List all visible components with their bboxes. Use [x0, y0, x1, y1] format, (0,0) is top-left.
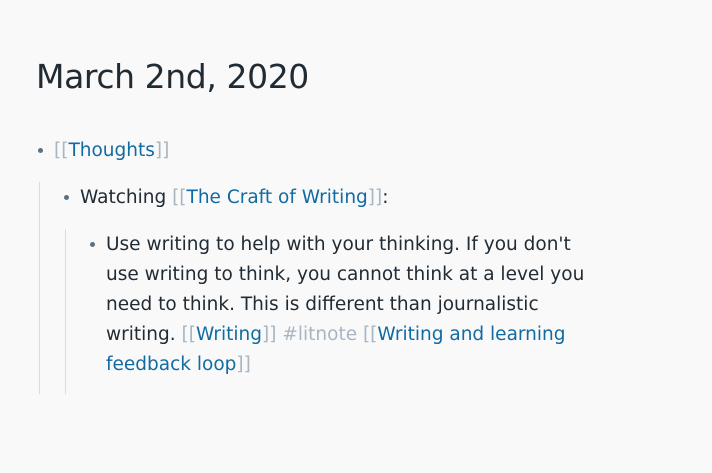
page-reference-link[interactable]: The Craft of Writing — [187, 187, 368, 208]
block-bullet[interactable] — [90, 242, 95, 247]
indent-guide-line — [65, 229, 66, 394]
block-thoughts[interactable]: [[Thoughts]] — [54, 136, 169, 166]
block-bullet[interactable] — [38, 148, 43, 153]
block-bullet[interactable] — [64, 195, 69, 200]
page-title[interactable]: March 2nd, 2020 — [36, 54, 309, 100]
block-note[interactable]: Use writing to help with your thinking. … — [106, 230, 606, 380]
indent-guide-line — [39, 182, 40, 394]
block-watching[interactable]: Watching [[The Craft of Writing]]: — [80, 183, 388, 213]
block-text: : — [382, 187, 389, 208]
tag-link[interactable]: #litnote — [282, 324, 357, 345]
page-reference-link[interactable]: Thoughts — [68, 140, 154, 161]
link-bracket-close: ]] — [154, 140, 170, 161]
link-bracket-open: [[ — [362, 324, 378, 345]
link-bracket-close: ]] — [236, 354, 251, 375]
block-text: Watching — [80, 187, 173, 208]
page-reference-link[interactable]: Writing — [196, 324, 262, 345]
link-bracket-open: [[ — [172, 187, 187, 208]
link-bracket-open: [[ — [181, 324, 196, 345]
link-bracket-close: ]] — [367, 187, 383, 208]
link-bracket-close: ]] — [262, 324, 277, 345]
link-bracket-open: [[ — [54, 140, 69, 161]
